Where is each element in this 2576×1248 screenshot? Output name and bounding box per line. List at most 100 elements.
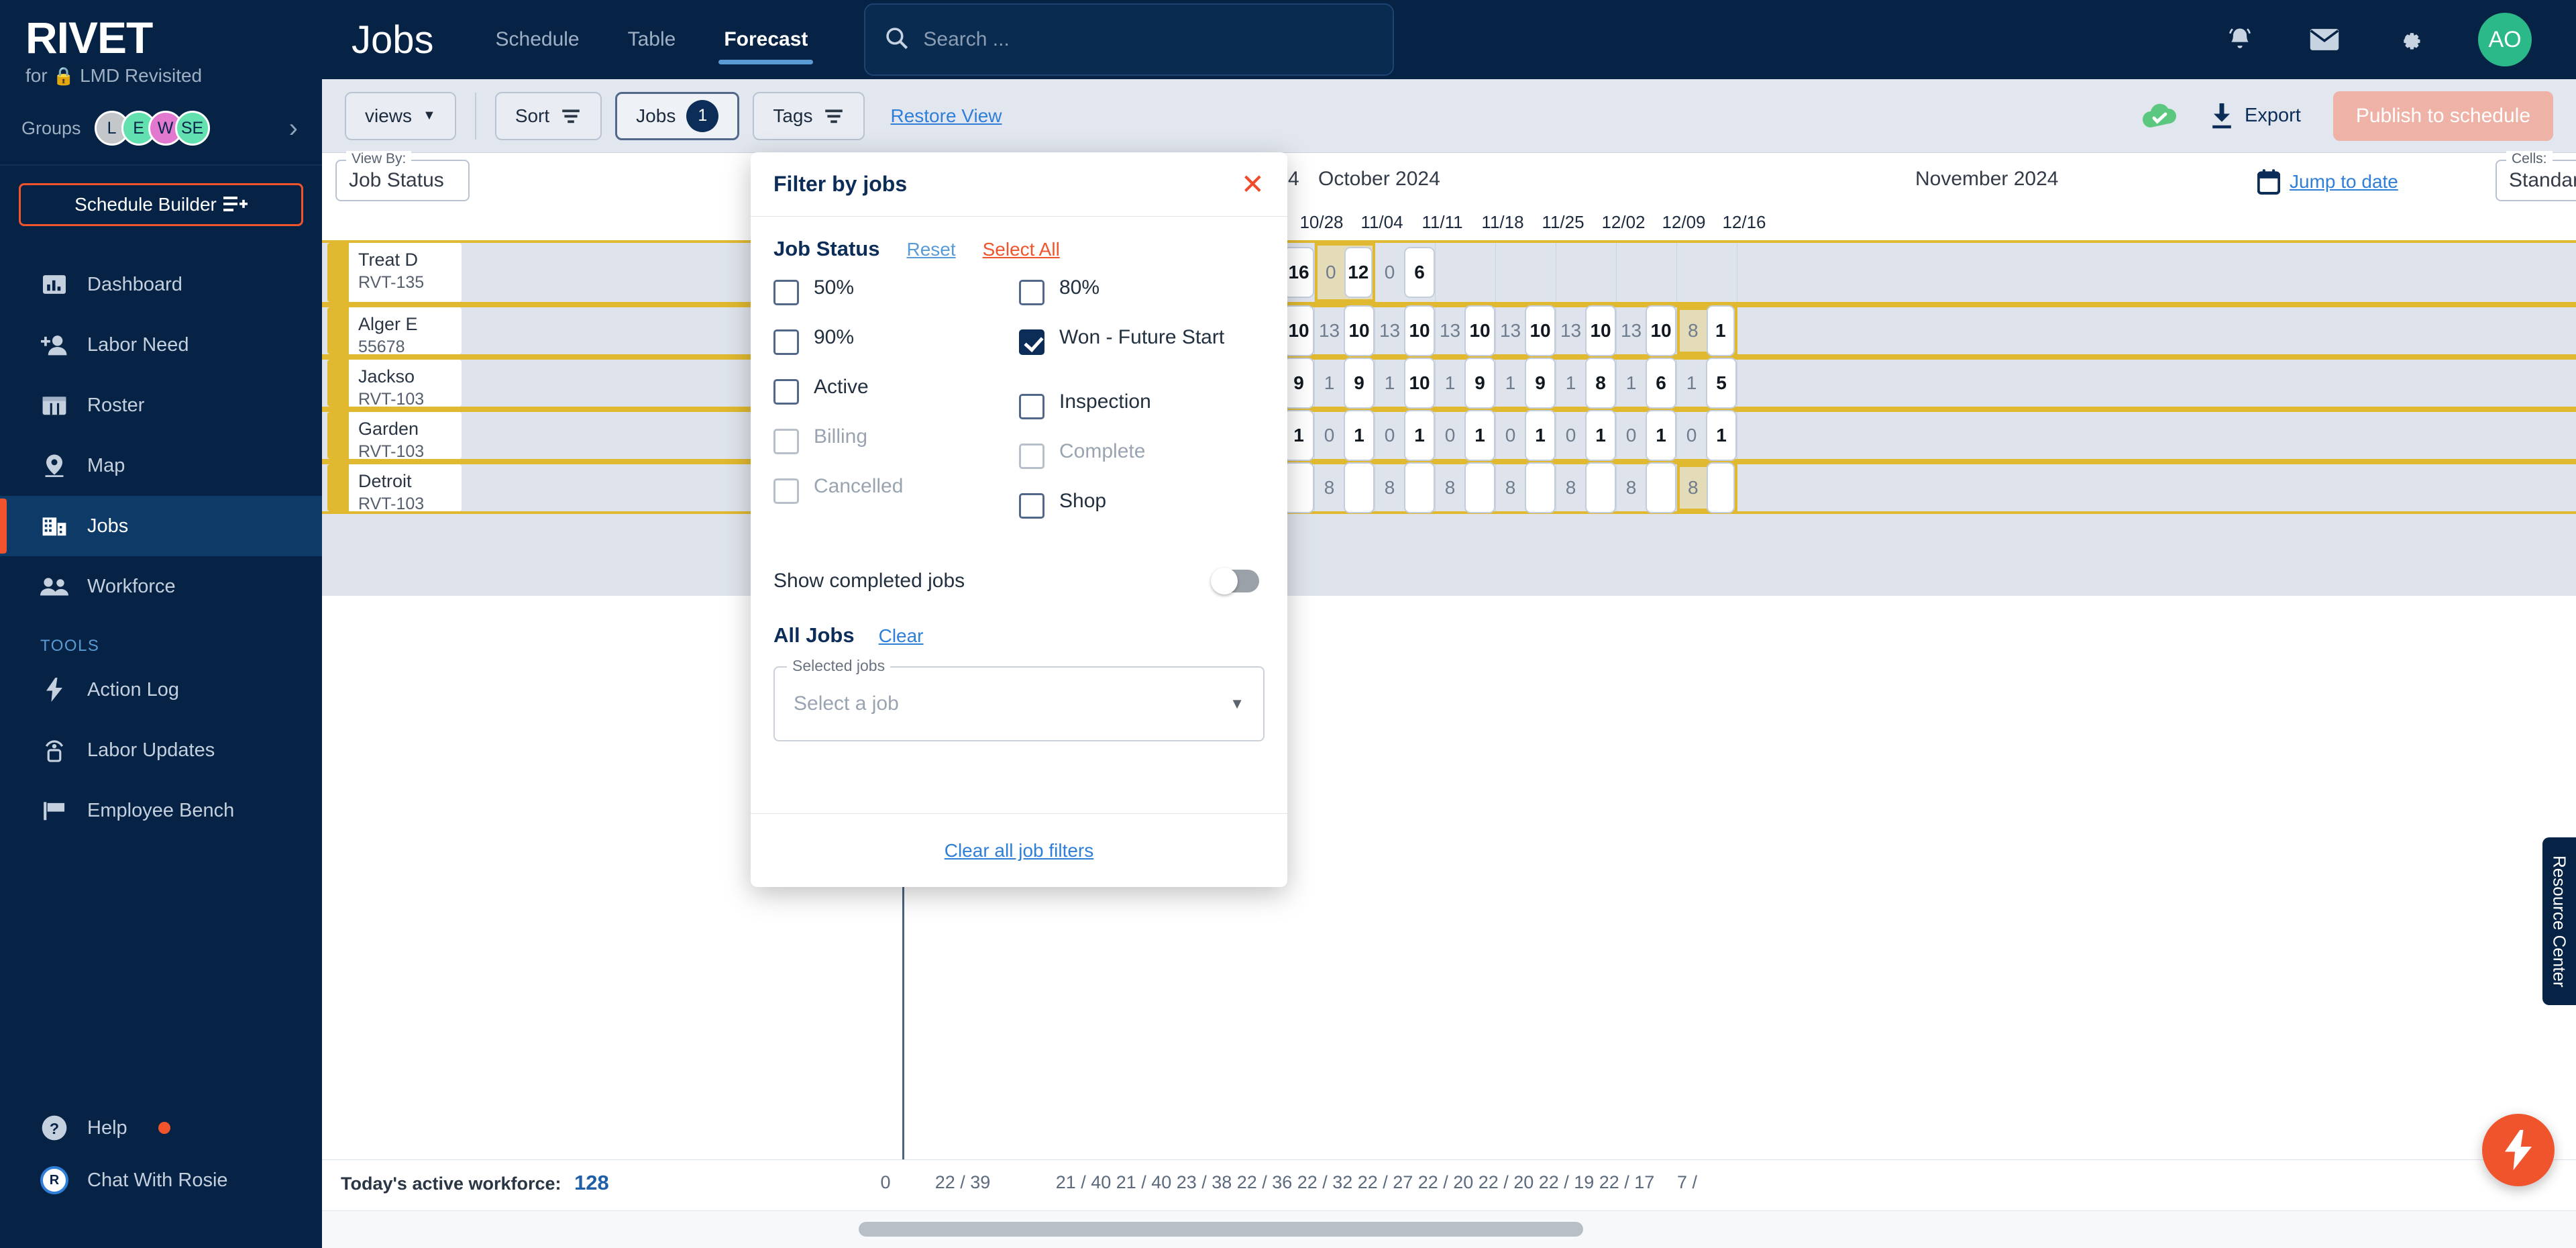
- avatar[interactable]: AO: [2478, 13, 2532, 66]
- show-completed-jobs-row[interactable]: Show completed jobs: [773, 568, 1265, 594]
- selected-jobs-select[interactable]: Selected jobs Select a job ▼: [773, 657, 1265, 741]
- planned-value[interactable]: 6: [1404, 247, 1435, 298]
- planned-value[interactable]: 1: [1706, 410, 1737, 461]
- grid-cell[interactable]: 8: [1496, 462, 1556, 513]
- planned-value[interactable]: 1: [1585, 410, 1616, 461]
- job-label-cell[interactable]: Detroit RVT-103: [327, 464, 462, 511]
- grid-cell[interactable]: 19: [1496, 358, 1556, 409]
- grid-cell[interactable]: 8: [1436, 462, 1496, 513]
- planned-value[interactable]: 10: [1585, 305, 1616, 356]
- view-by-dropdown[interactable]: View By: Job Status: [335, 151, 470, 201]
- grid-cell[interactable]: 01: [1496, 410, 1556, 461]
- planned-value[interactable]: [1464, 462, 1495, 513]
- scrollbar-thumb[interactable]: [859, 1222, 1583, 1237]
- planned-value[interactable]: 10: [1464, 305, 1495, 356]
- planned-value[interactable]: [1585, 462, 1616, 513]
- planned-value[interactable]: 9: [1525, 358, 1556, 409]
- clear-link[interactable]: Clear: [879, 625, 924, 647]
- restore-view-link[interactable]: Restore View: [890, 105, 1002, 127]
- checkbox[interactable]: [1019, 394, 1044, 419]
- quick-action-fab[interactable]: [2482, 1114, 2555, 1186]
- grid-cell[interactable]: 01: [1436, 410, 1496, 461]
- planned-value[interactable]: 10: [1525, 305, 1556, 356]
- planned-value[interactable]: [1404, 462, 1435, 513]
- bell-icon[interactable]: [2224, 24, 2255, 55]
- planned-value[interactable]: 1: [1464, 410, 1495, 461]
- checkbox-row-50[interactable]: 50%: [773, 276, 1019, 325]
- checkbox-row-won-future-start[interactable]: Won - Future Start: [1019, 325, 1265, 390]
- grid-cell[interactable]: [1677, 243, 1737, 302]
- job-label-cell[interactable]: Alger E 55678: [327, 307, 462, 354]
- sidebar-item-labor-need[interactable]: Labor Need: [0, 315, 322, 375]
- grid-cell[interactable]: 01: [1617, 410, 1677, 461]
- planned-value[interactable]: 1: [1646, 410, 1676, 461]
- grid-cell[interactable]: 1310: [1436, 305, 1496, 356]
- search-box[interactable]: [864, 3, 1395, 76]
- planned-value[interactable]: 10: [1344, 305, 1375, 356]
- checkbox[interactable]: [1019, 280, 1044, 305]
- gear-icon[interactable]: [2394, 24, 2424, 55]
- sidebar-item-help[interactable]: ? Help: [0, 1102, 322, 1154]
- planned-value[interactable]: 1: [1525, 410, 1556, 461]
- grid-cell[interactable]: 19: [1436, 358, 1496, 409]
- planned-value[interactable]: 8: [1585, 358, 1616, 409]
- tags-button[interactable]: Tags: [753, 91, 865, 140]
- checkbox[interactable]: [1019, 329, 1044, 355]
- grid-cell[interactable]: 8: [1315, 462, 1375, 513]
- sort-button[interactable]: Sort: [494, 91, 602, 140]
- grid-cell[interactable]: 1310: [1556, 305, 1617, 356]
- sidebar-item-workforce[interactable]: Workforce: [0, 556, 322, 617]
- chevron-right-icon[interactable]: ›: [289, 113, 298, 144]
- grid-cell[interactable]: 01: [1677, 410, 1737, 461]
- checkbox[interactable]: [773, 280, 799, 305]
- planned-value[interactable]: [1646, 462, 1676, 513]
- planned-value[interactable]: [1706, 462, 1735, 513]
- planned-value[interactable]: 16: [1283, 247, 1314, 298]
- search-input[interactable]: [923, 28, 1373, 51]
- planned-value[interactable]: 10: [1283, 305, 1314, 356]
- mail-icon[interactable]: [2309, 24, 2340, 55]
- tab-forecast[interactable]: Forecast: [700, 0, 832, 79]
- tab-table[interactable]: Table: [604, 0, 700, 79]
- resource-center-tab[interactable]: Resource Center: [2542, 837, 2576, 1005]
- checkbox[interactable]: [773, 329, 799, 355]
- close-icon[interactable]: ✕: [1241, 170, 1265, 199]
- job-label-cell[interactable]: Jackso RVT-103: [327, 360, 462, 407]
- planned-value[interactable]: 1: [1706, 305, 1735, 356]
- grid-cell[interactable]: 8: [1375, 462, 1436, 513]
- grid-cell[interactable]: 1310: [1496, 305, 1556, 356]
- grid-cell[interactable]: 1 10: [1375, 358, 1436, 409]
- group-avatars[interactable]: L E W SE: [94, 111, 210, 146]
- planned-value[interactable]: 9: [1344, 358, 1375, 409]
- grid-cell[interactable]: 01: [1375, 410, 1436, 461]
- grid-cell[interactable]: 01: [1556, 410, 1617, 461]
- planned-value[interactable]: 6: [1646, 358, 1676, 409]
- sidebar-item-jobs[interactable]: Jobs: [0, 496, 322, 557]
- sidebar-item-action-log[interactable]: Action Log: [0, 660, 322, 720]
- planned-value[interactable]: [1283, 462, 1314, 513]
- publish-to-schedule-button[interactable]: Publish to schedule: [2332, 91, 2553, 141]
- grid-cell[interactable]: [1436, 243, 1496, 302]
- grid-cell[interactable]: [1496, 243, 1556, 302]
- planned-value[interactable]: 1: [1283, 410, 1314, 461]
- sidebar-item-employee-bench[interactable]: Employee Bench: [0, 780, 322, 841]
- planned-value[interactable]: [1525, 462, 1556, 513]
- planned-value[interactable]: 1: [1404, 410, 1435, 461]
- horizontal-scrollbar[interactable]: [322, 1210, 2576, 1248]
- grid-cell[interactable]: 18: [1556, 358, 1617, 409]
- checkbox-row-shop[interactable]: Shop: [1019, 489, 1265, 539]
- sidebar-item-roster[interactable]: Roster: [0, 375, 322, 435]
- group-avatar[interactable]: SE: [174, 111, 210, 146]
- cells-dropdown[interactable]: Cells: Standard ▼: [2496, 151, 2576, 201]
- checkbox[interactable]: [1019, 493, 1044, 519]
- grid-cell[interactable]: 1310: [1315, 305, 1375, 356]
- planned-value[interactable]: 10: [1646, 305, 1676, 356]
- planned-value[interactable]: 9: [1283, 358, 1314, 409]
- job-label-cell[interactable]: Treat D RVT-135: [327, 243, 462, 302]
- export-button[interactable]: Export: [2211, 103, 2301, 129]
- checkbox-row-80[interactable]: 80%: [1019, 276, 1265, 325]
- table-row[interactable]: Treat D RVT-135 0 022 021 019 016 012 06: [322, 240, 2576, 305]
- planned-value[interactable]: 10: [1404, 358, 1435, 409]
- table-row[interactable]: Garden RVT-103 0 01 01 01 01 01 01 01 01…: [322, 409, 2576, 462]
- tab-schedule[interactable]: Schedule: [472, 0, 604, 79]
